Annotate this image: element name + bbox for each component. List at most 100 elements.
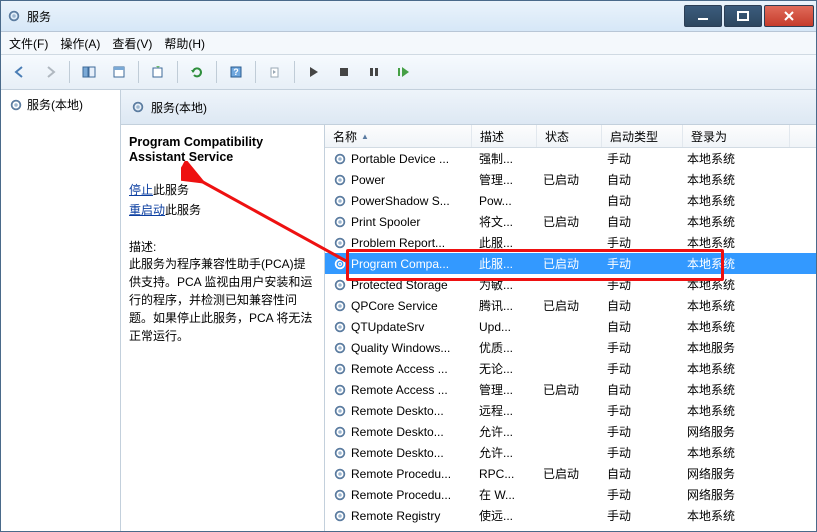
maximize-button[interactable] [724,5,762,27]
service-row[interactable]: Portable Device ...强制...手动本地系统 [325,148,816,169]
minimize-button[interactable] [684,5,722,27]
restart-service-button[interactable] [391,59,417,85]
menu-action[interactable]: 操作(A) [60,35,100,52]
service-start-cell: 手动 [599,360,679,377]
restart-link[interactable]: 重启动 [129,203,165,217]
service-desc-cell: 此服... [471,255,535,272]
service-row[interactable]: Remote Procedu...RPC...已启动自动网络服务 [325,463,816,484]
service-row[interactable]: Remote Deskto...允许...手动网络服务 [325,421,816,442]
service-row[interactable]: Program Compa...此服...已启动手动本地系统 [325,253,816,274]
extra-button[interactable] [262,59,288,85]
menu-help[interactable]: 帮助(H) [164,35,205,52]
close-button[interactable] [764,5,814,27]
forward-button[interactable] [37,59,63,85]
service-logon-cell: 本地系统 [679,507,785,524]
service-row[interactable]: Remote Access ...管理...已启动自动本地系统 [325,379,816,400]
service-status-cell: 已启动 [535,297,599,314]
service-name-cell: QTUpdateSrv [325,320,471,334]
export-button[interactable] [145,59,171,85]
services-window: 服务 文件(F) 操作(A) 查看(V) 帮助(H) ? [0,0,817,532]
help-button[interactable]: ? [223,59,249,85]
service-start-cell: 手动 [599,150,679,167]
service-desc-cell: 在 W... [471,486,535,503]
service-logon-cell: 本地系统 [679,213,785,230]
service-logon-cell: 网络服务 [679,465,785,482]
col-name[interactable]: 名称▲ [325,125,472,147]
service-row[interactable]: QTUpdateSrvUpd...自动本地系统 [325,316,816,337]
detail-pane: Program Compatibility Assistant Service … [121,125,325,532]
window-title: 服务 [27,8,51,25]
service-start-cell: 自动 [599,381,679,398]
tree-item-services-local[interactable]: 服务(本地) [7,94,114,115]
service-row[interactable]: Remote Access ...无论...手动本地系统 [325,358,816,379]
service-logon-cell: 本地系统 [679,171,785,188]
service-logon-cell: 网络服务 [679,423,785,440]
col-status[interactable]: 状态 [537,125,602,147]
refresh-button[interactable] [184,59,210,85]
properties-button[interactable] [106,59,132,85]
service-start-cell: 自动 [599,318,679,335]
service-row[interactable]: Protected Storage为敏...手动本地系统 [325,274,816,295]
service-name-cell: Remote Deskto... [325,404,471,418]
service-name-cell: Remote Deskto... [325,446,471,460]
col-start[interactable]: 启动类型 [602,125,683,147]
service-logon-cell: 本地系统 [679,276,785,293]
service-row[interactable]: Remote Registry使远...手动本地系统 [325,505,816,526]
menu-bar: 文件(F) 操作(A) 查看(V) 帮助(H) [1,32,816,55]
service-list: 名称▲ 描述 状态 启动类型 登录为 Portable Device ...强制… [325,125,816,532]
sort-asc-icon: ▲ [361,132,369,141]
stop-service-button[interactable] [331,59,357,85]
service-logon-cell: 本地系统 [679,402,785,419]
service-name-cell: Portable Device ... [325,152,471,166]
service-start-cell: 手动 [599,339,679,356]
service-row[interactable]: QPCore Service腾讯...已启动自动本地系统 [325,295,816,316]
service-start-cell: 自动 [599,171,679,188]
panel-title: 服务(本地) [151,99,207,116]
menu-view[interactable]: 查看(V) [112,35,152,52]
stop-link[interactable]: 停止 [129,183,153,197]
service-row[interactable]: Quality Windows...优质...手动本地服务 [325,337,816,358]
service-name-cell: Print Spooler [325,215,471,229]
show-hide-tree-button[interactable] [76,59,102,85]
pause-service-button[interactable] [361,59,387,85]
service-start-cell: 手动 [599,444,679,461]
services-icon [9,98,23,112]
service-row[interactable]: PowerShadow S...Pow...自动本地系统 [325,190,816,211]
service-row[interactable]: Remote Deskto...允许...手动本地系统 [325,442,816,463]
service-logon-cell: 本地系统 [679,444,785,461]
service-row[interactable]: Remote Deskto...远程...手动本地系统 [325,400,816,421]
service-desc-cell: 允许... [471,423,535,440]
service-status-cell: 已启动 [535,171,599,188]
service-start-cell: 手动 [599,234,679,251]
service-desc-cell: 此服... [471,234,535,251]
start-service-button[interactable] [301,59,327,85]
toolbar: ? [1,55,816,90]
service-row[interactable]: Remote Procedu...在 W...手动网络服务 [325,484,816,505]
service-name-cell: Problem Report... [325,236,471,250]
menu-file[interactable]: 文件(F) [9,35,48,52]
service-row[interactable]: Power管理...已启动自动本地系统 [325,169,816,190]
service-name-cell: Program Compa... [325,257,471,271]
service-status-cell: 已启动 [535,255,599,272]
service-desc-cell: 无论... [471,360,535,377]
service-row[interactable]: Print Spooler将文...已启动自动本地系统 [325,211,816,232]
list-header: 服务(本地) [121,90,816,125]
service-start-cell: 自动 [599,192,679,209]
col-logon[interactable]: 登录为 [683,125,790,147]
service-logon-cell: 本地系统 [679,150,785,167]
service-logon-cell: 本地系统 [679,360,785,377]
titlebar[interactable]: 服务 [1,1,816,32]
back-button[interactable] [7,59,33,85]
col-desc[interactable]: 描述 [472,125,537,147]
service-name-cell: Power [325,173,471,187]
service-desc-cell: 远程... [471,402,535,419]
service-logon-cell: 本地系统 [679,381,785,398]
service-status-cell: 已启动 [535,213,599,230]
service-desc-cell: 优质... [471,339,535,356]
service-row[interactable]: Problem Report...此服...手动本地系统 [325,232,816,253]
service-desc-cell: Upd... [471,320,535,334]
column-header: 名称▲ 描述 状态 启动类型 登录为 [325,125,816,148]
service-desc-cell: 管理... [471,381,535,398]
service-name-cell: PowerShadow S... [325,194,471,208]
svg-text:?: ? [233,67,239,77]
